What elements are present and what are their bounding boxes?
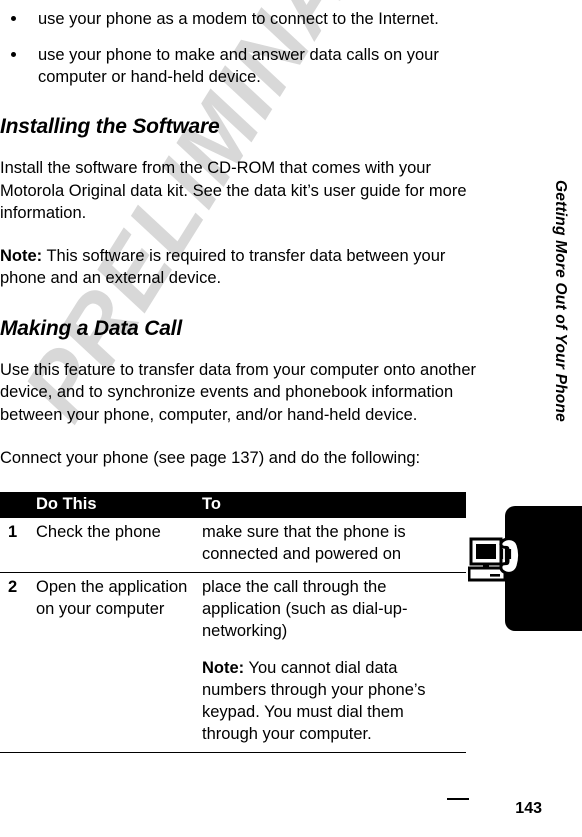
step-result-primary: make sure that the phone is connected an…: [202, 522, 406, 563]
step-result-note: Note: You cannot dial data numbers throu…: [202, 657, 460, 745]
running-head-side-title: Getting More Out of Your Phone: [546, 0, 576, 520]
list-item: use your phone as a modem to connect to …: [0, 8, 478, 30]
step-table-body: 1 Check the phone make sure that the pho…: [0, 517, 466, 753]
bullet-dot-icon: [11, 52, 16, 57]
note-text: This software is required to transfer da…: [0, 246, 446, 288]
bullet-dot-icon: [11, 16, 16, 21]
bullet-text: use your phone to make and answer data c…: [38, 46, 439, 86]
column-header-do-this: Do This: [36, 491, 196, 518]
column-header-to: To: [196, 491, 466, 518]
paragraph-data-call-intro: Use this feature to transfer data from y…: [0, 360, 476, 424]
step-number: 1: [0, 517, 36, 573]
bullet-text: use your phone as a modem to connect to …: [38, 10, 439, 28]
list-item: use your phone to make and answer data c…: [0, 44, 478, 88]
step-action: Open the application on your computer: [36, 572, 196, 753]
step-table: Do This To 1 Check the phone make sure t…: [0, 491, 466, 753]
step-number: 2: [0, 572, 36, 753]
table-row: 2 Open the application on your computer …: [0, 572, 466, 753]
step-result-primary: place the call through the application (…: [202, 577, 408, 640]
paragraph-install-software: Install the software from the CD-ROM tha…: [0, 159, 467, 222]
note-label: Note:: [0, 246, 43, 265]
section-heading-making-a-data-call: Making a Data Call: [0, 316, 182, 340]
running-head-text: Getting More Out of Your Phone: [552, 180, 569, 422]
page-number-rule: [447, 798, 469, 800]
step-table-header: Do This To: [0, 491, 466, 518]
step-action: Check the phone: [36, 517, 196, 573]
step-result: make sure that the phone is connected an…: [196, 517, 466, 573]
intro-bullet-list: use your phone as a modem to connect to …: [0, 8, 478, 88]
note-label: Note:: [202, 658, 245, 677]
paragraph-connect-phone: Connect your phone (see page 137) and do…: [0, 449, 421, 467]
table-header-row: Do This To: [0, 491, 466, 518]
step-result: place the call through the application (…: [196, 572, 466, 753]
page-number: 143: [515, 800, 542, 817]
paragraph-install-note: Note: This software is required to trans…: [0, 245, 478, 290]
manual-page: PRELIMINARY use your phone as a modem to…: [0, 0, 582, 837]
page-content: use your phone as a modem to connect to …: [0, 0, 478, 753]
section-heading-installing-the-software: Installing the Software: [0, 115, 220, 138]
column-header-number: [0, 491, 36, 518]
computer-phone-icon: [467, 535, 526, 589]
table-row: 1 Check the phone make sure that the pho…: [0, 517, 466, 573]
